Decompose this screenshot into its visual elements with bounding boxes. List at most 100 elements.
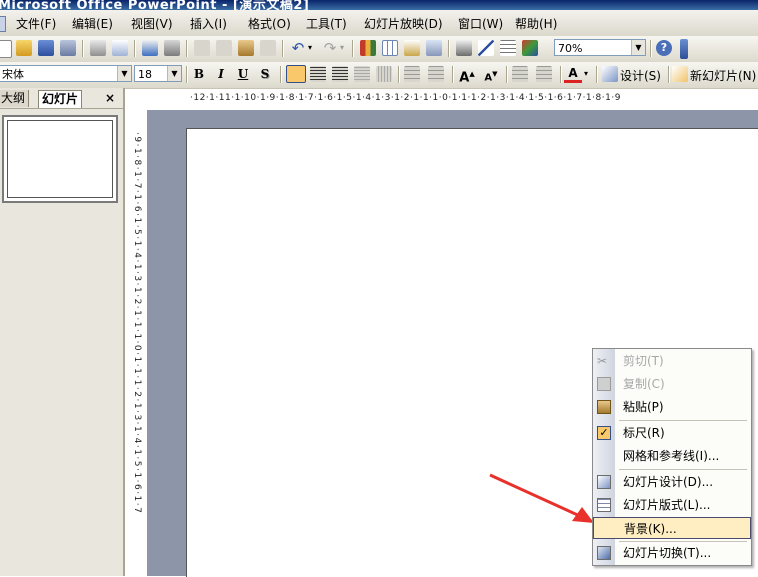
menu-item-paste-label: 粘贴(P) (623, 400, 664, 414)
separator (280, 66, 282, 83)
scissors-icon: ✂ (597, 354, 608, 368)
decrease-font-icon[interactable]: A▼ (482, 66, 500, 83)
menu-item-grid-guides[interactable]: 网格和参考线(I)... (593, 445, 751, 467)
chevron-down-icon[interactable]: ▼ (631, 40, 645, 55)
zoom-select[interactable]: 70% ▼ (554, 39, 646, 56)
menu-item-slide-layout[interactable]: 幻灯片版式(L)... (593, 494, 751, 516)
paste-icon[interactable] (238, 40, 254, 56)
save-icon[interactable] (38, 40, 54, 56)
tables-borders-icon[interactable] (404, 40, 420, 56)
bold-button[interactable]: B (190, 66, 208, 83)
text-direction-icon[interactable] (376, 66, 392, 82)
numbering-icon[interactable] (404, 66, 420, 82)
cut-icon[interactable] (194, 40, 210, 56)
separator (560, 66, 562, 83)
title-bar: Microsoft Office PowerPoint - [演示文稿2] (0, 0, 758, 10)
slide-thumbnail-inner (7, 120, 113, 198)
menu-slideshow[interactable]: 幻灯片放映(D) (364, 15, 443, 32)
open-icon[interactable] (16, 40, 32, 56)
vertical-ruler[interactable]: ·9·1·8·1·7·1·6·1·5·1·4·1·3·1·2·1·1·1·0·1… (130, 128, 146, 576)
horizontal-ruler-scale: ·12·1·11·1·10·1·9·1·8·1·7·1·6·1·5·1·4·1·… (190, 93, 621, 103)
font-size-select[interactable]: 18 ▼ (134, 65, 182, 82)
menu-item-ruler[interactable]: ✓ 标尺(R) (593, 422, 751, 444)
separator (452, 66, 454, 83)
menu-file[interactable]: 文件(F) (16, 15, 56, 32)
separator (506, 66, 508, 83)
tab-outline[interactable]: 大纲 (0, 90, 30, 107)
format-painter-icon[interactable] (260, 40, 276, 56)
slide-transition-icon (597, 546, 611, 560)
chevron-down-icon[interactable]: ▼ (117, 66, 131, 81)
menu-tools[interactable]: 工具(T) (306, 15, 347, 32)
align-right-icon[interactable] (332, 66, 348, 82)
new-slide-button[interactable]: 新幻灯片(N) (690, 67, 756, 84)
menu-item-paste[interactable]: 粘贴(P) (593, 396, 751, 418)
insert-diagram-icon[interactable] (426, 40, 442, 56)
design-button[interactable]: 设计(S) (620, 67, 661, 84)
tab-slides[interactable]: 幻灯片 (38, 90, 83, 108)
menu-help[interactable]: 帮助(H) (515, 15, 557, 32)
menu-view[interactable]: 视图(V) (131, 15, 173, 32)
menu-separator (619, 420, 747, 421)
separator (82, 40, 84, 57)
bullets-icon[interactable] (428, 66, 444, 82)
insert-table-icon[interactable] (382, 40, 398, 56)
increase-font-icon[interactable]: A▲ (458, 66, 476, 85)
menu-item-slide-design-label: 幻灯片设计(D)... (623, 475, 714, 489)
menu-item-slide-transition[interactable]: 幻灯片切换(T)... (593, 542, 751, 564)
insert-chart-icon[interactable] (360, 40, 376, 56)
chevron-down-icon[interactable]: ▼ (167, 66, 181, 81)
italic-button[interactable]: I (212, 66, 230, 83)
font-color-icon[interactable]: A (564, 66, 582, 83)
align-left-icon[interactable] (286, 65, 306, 83)
font-name-select[interactable]: 宋体 ▼ (0, 65, 132, 82)
show-grid-icon[interactable] (500, 40, 516, 56)
menu-item-background[interactable]: 背景(K)... (593, 517, 751, 539)
increase-indent-icon[interactable] (536, 66, 552, 82)
undo-icon[interactable]: ↶ (290, 40, 306, 56)
expand-all-icon[interactable] (456, 40, 472, 56)
menu-item-copy-label: 复制(C) (623, 377, 665, 391)
paste-icon (597, 400, 611, 414)
color-grayscale-icon[interactable] (522, 40, 538, 56)
horizontal-ruler[interactable]: ·12·1·11·1·10·1·9·1·8·1·7·1·6·1·5·1·4·1·… (186, 90, 758, 108)
menu-item-cut[interactable]: ✂ 剪切(T) (593, 350, 751, 372)
pane-close-icon[interactable]: × (102, 90, 118, 107)
slide-thumbnail[interactable] (2, 115, 118, 203)
doc-icon[interactable] (0, 16, 6, 32)
redo-icon[interactable]: ↷ (322, 40, 338, 56)
menu-item-slide-design[interactable]: 幻灯片设计(D)... (593, 471, 751, 493)
permission-icon[interactable] (60, 40, 76, 56)
separator (668, 66, 670, 83)
menu-item-grid-guides-label: 网格和参考线(I)... (623, 449, 720, 463)
standard-toolbar: ↶ ▾ ↷ ▾ 70% ▼ ? (0, 36, 758, 63)
formatting-toolbar: 宋体 ▼ 18 ▼ B I U S A▲ A▼ A ▾ 设计(S) 新幻灯片(N… (0, 62, 758, 89)
menu-format[interactable]: 格式(O) (248, 15, 291, 32)
toolbar-options-icon[interactable] (680, 39, 688, 59)
menu-edit[interactable]: 编辑(E) (72, 15, 113, 32)
print-icon[interactable] (90, 40, 106, 56)
print-preview-icon[interactable] (112, 40, 128, 56)
help-icon[interactable]: ? (656, 40, 672, 56)
shadow-button[interactable]: S (256, 66, 274, 83)
separator (650, 40, 652, 57)
underline-button[interactable]: U (234, 66, 252, 83)
spelling-icon[interactable] (142, 40, 158, 56)
chevron-down-icon[interactable]: ▾ (584, 69, 588, 78)
vertical-ruler-scale: ·9·1·8·1·7·1·6·1·5·1·4·1·3·1·2·1·1·1·0·1… (132, 132, 142, 515)
slide-layout-icon (597, 498, 611, 512)
show-formatting-icon[interactable] (478, 40, 494, 56)
slide-design-icon (597, 475, 611, 489)
menu-insert[interactable]: 插入(I) (190, 15, 227, 32)
separator (186, 40, 188, 57)
research-icon[interactable] (164, 40, 180, 56)
decrease-indent-icon[interactable] (512, 66, 528, 82)
menu-item-copy[interactable]: 复制(C) (593, 373, 751, 395)
new-icon[interactable] (0, 40, 12, 58)
align-center-icon[interactable] (310, 66, 326, 82)
annotation-arrow (489, 473, 594, 523)
separator (352, 40, 354, 57)
distributed-icon[interactable] (354, 66, 370, 82)
menu-window[interactable]: 窗口(W) (458, 15, 503, 32)
copy-icon[interactable] (216, 40, 232, 56)
